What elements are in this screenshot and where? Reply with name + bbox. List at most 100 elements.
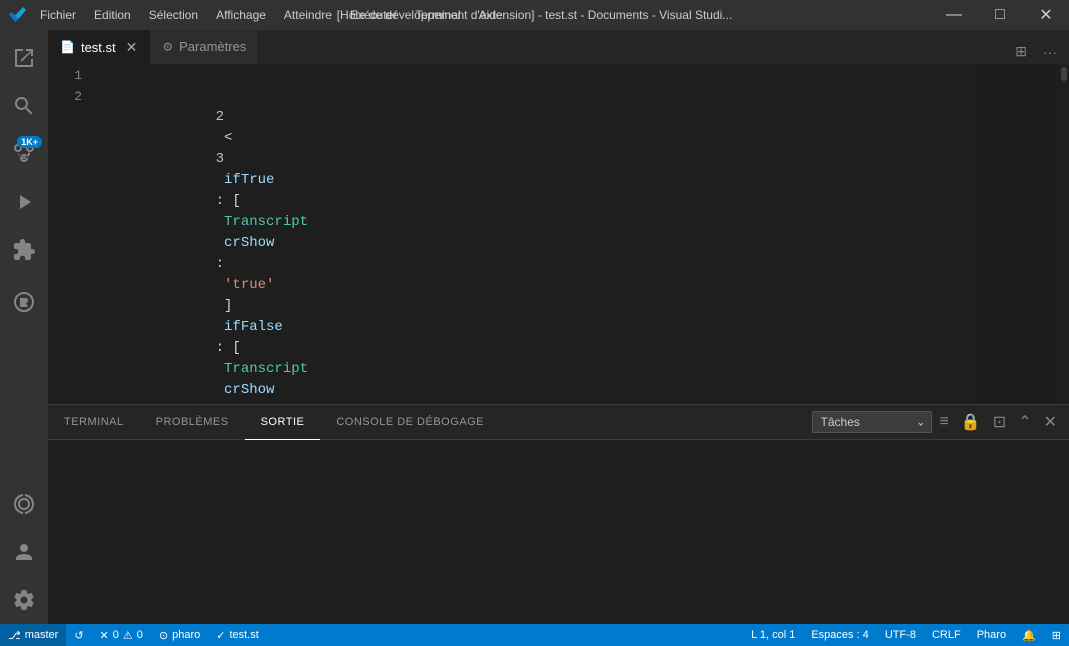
activity-settings[interactable] — [0, 576, 48, 624]
window-controls: — □ ✕ — [931, 0, 1069, 30]
activity-extensions[interactable] — [0, 226, 48, 274]
git-icon: ⎇ — [8, 629, 21, 642]
activity-remote-explorer[interactable] — [0, 480, 48, 528]
language-label: Pharo — [977, 629, 1006, 641]
panel-tab-problemes[interactable]: PROBLÈMES — [140, 405, 245, 440]
close-button[interactable]: ✕ — [1023, 0, 1069, 30]
minimize-button[interactable]: — — [931, 0, 977, 30]
file-icon: 📄 — [60, 40, 75, 54]
git-branch-label: master — [25, 629, 59, 641]
menu-bar: Fichier Edition Sélection Affichage Atte… — [32, 0, 511, 30]
title-bar-left: Fichier Edition Sélection Affichage Atte… — [0, 0, 511, 30]
maximize-panel-button[interactable]: ⌃ — [1014, 408, 1035, 436]
tab-label-parametres: Paramètres — [179, 39, 246, 54]
position-label: L 1, col 1 — [751, 629, 795, 641]
more-actions-button[interactable]: ··· — [1039, 40, 1061, 64]
status-language[interactable]: Pharo — [969, 624, 1014, 646]
activity-run-debug[interactable] — [0, 178, 48, 226]
status-bar: ⎇ master ↺ ✕ 0 ⚠ 0 ⊙ pharo ✓ test.st L 1… — [0, 624, 1069, 646]
panel-tabs-right: Tâches Git Extension Host ≡ 🔒 ⊡ ⌃ ✕ — [812, 408, 1069, 436]
settings-tab-icon: ⚙ — [162, 40, 173, 54]
status-notifications[interactable]: 🔔 — [1014, 624, 1044, 646]
status-remote[interactable]: ⊙ pharo — [151, 624, 208, 646]
tab-close-button[interactable]: ✕ — [126, 40, 138, 54]
editor-area: 📄 test.st ✕ ⚙ Paramètres ⊞ ··· 1 — [48, 30, 1069, 624]
line-number-2: 2 — [48, 86, 98, 404]
line-content-1 — [98, 65, 1069, 86]
menu-edition[interactable]: Edition — [86, 0, 139, 30]
editor-lines: 1 2 2 < 3 ifTrue : [ Transcript crSho — [48, 65, 1069, 404]
status-sync[interactable]: ↺ — [66, 624, 91, 646]
code-number: 2 — [216, 109, 224, 125]
error-icon: ✕ — [100, 629, 109, 642]
sync-icon: ↺ — [74, 629, 83, 642]
split-editor-button[interactable]: ⊞ — [1011, 39, 1031, 64]
activity-bar-bottom — [0, 480, 48, 624]
menu-fichier[interactable]: Fichier — [32, 0, 84, 30]
status-layout[interactable]: ⊞ — [1044, 624, 1069, 646]
status-file-check[interactable]: ✓ test.st — [208, 624, 267, 646]
tab-bar: 📄 test.st ✕ ⚙ Paramètres ⊞ ··· — [48, 30, 1069, 65]
line-ending-label: CRLF — [932, 629, 961, 641]
menu-selection[interactable]: Sélection — [141, 0, 206, 30]
status-position[interactable]: L 1, col 1 — [743, 624, 803, 646]
app-body: 1K+ — [0, 30, 1069, 624]
maximize-button[interactable]: □ — [977, 0, 1023, 30]
output-select-wrap: Tâches Git Extension Host — [812, 411, 932, 433]
lock-button[interactable]: 🔒 — [957, 408, 985, 436]
status-right: L 1, col 1 Espaces : 4 UTF-8 CRLF Pharo … — [743, 624, 1069, 646]
menu-aide[interactable]: Aide — [471, 0, 511, 30]
encoding-label: UTF-8 — [885, 629, 916, 641]
line-content-2: 2 < 3 ifTrue : [ Transcript crShow : 'tr… — [98, 86, 1069, 404]
activity-source-control[interactable]: 1K+ — [0, 130, 48, 178]
tab-label: test.st — [81, 40, 116, 55]
bell-icon: 🔔 — [1022, 629, 1036, 642]
file-label: test.st — [229, 629, 258, 641]
vscode-icon — [8, 5, 28, 25]
menu-affichage[interactable]: Affichage — [208, 0, 274, 30]
activity-accounts[interactable] — [0, 528, 48, 576]
remote-label: pharo — [172, 629, 200, 641]
panel-tab-console[interactable]: CONSOLE DE DÉBOGAGE — [320, 405, 500, 440]
activity-pharo[interactable] — [0, 278, 48, 326]
error-count: 0 — [113, 629, 119, 641]
new-terminal-button[interactable]: ⊡ — [989, 408, 1010, 436]
status-left: ⎇ master ↺ ✕ 0 ⚠ 0 ⊙ pharo ✓ test.st — [0, 624, 267, 646]
status-encoding[interactable]: UTF-8 — [877, 624, 924, 646]
scrollbar-thumb[interactable] — [1061, 67, 1067, 81]
status-line-ending[interactable]: CRLF — [924, 624, 969, 646]
warning-count: 0 — [137, 629, 143, 641]
warning-icon: ⚠ — [123, 629, 133, 642]
tab-parametres[interactable]: ⚙ Paramètres — [150, 30, 259, 64]
editor-line-2: 2 2 < 3 ifTrue : [ Transcript crShow : '… — [48, 86, 1069, 404]
minimap — [975, 65, 1055, 404]
output-select[interactable]: Tâches Git Extension Host — [812, 411, 932, 433]
vertical-scrollbar[interactable] — [1055, 65, 1069, 404]
remote-icon: ⊙ — [159, 629, 168, 642]
activity-search[interactable] — [0, 82, 48, 130]
activity-bar: 1K+ — [0, 30, 48, 624]
panel-tabs: TERMINAL PROBLÈMES SORTIE CONSOLE DE DÉB… — [48, 405, 1069, 440]
status-errors[interactable]: ✕ 0 ⚠ 0 — [92, 624, 151, 646]
close-panel-button[interactable]: ✕ — [1040, 408, 1061, 436]
panel-content — [48, 440, 1069, 624]
title-bar: Fichier Edition Sélection Affichage Atte… — [0, 0, 1069, 30]
menu-executer[interactable]: Exécuter — [342, 0, 405, 30]
activity-explorer[interactable] — [0, 34, 48, 82]
git-branch[interactable]: ⎇ master — [0, 624, 66, 646]
editor-line-1: 1 — [48, 65, 1069, 86]
layout-icon: ⊞ — [1052, 629, 1061, 642]
source-control-badge: 1K+ — [17, 136, 42, 148]
line-number-1: 1 — [48, 65, 98, 86]
panel-tab-sortie[interactable]: SORTIE — [245, 405, 321, 440]
editor-content[interactable]: 1 2 2 < 3 ifTrue : [ Transcript crSho — [48, 65, 1069, 404]
clear-output-button[interactable]: ≡ — [936, 409, 953, 435]
menu-terminal[interactable]: Terminal — [407, 0, 468, 30]
menu-atteindre[interactable]: Atteindre — [276, 0, 340, 30]
tab-bar-actions: ⊞ ··· — [1011, 39, 1069, 64]
check-icon: ✓ — [216, 629, 225, 642]
status-spaces[interactable]: Espaces : 4 — [803, 624, 876, 646]
panel-tab-terminal[interactable]: TERMINAL — [48, 405, 140, 440]
spaces-label: Espaces : 4 — [811, 629, 868, 641]
tab-test-st[interactable]: 📄 test.st ✕ — [48, 30, 150, 64]
